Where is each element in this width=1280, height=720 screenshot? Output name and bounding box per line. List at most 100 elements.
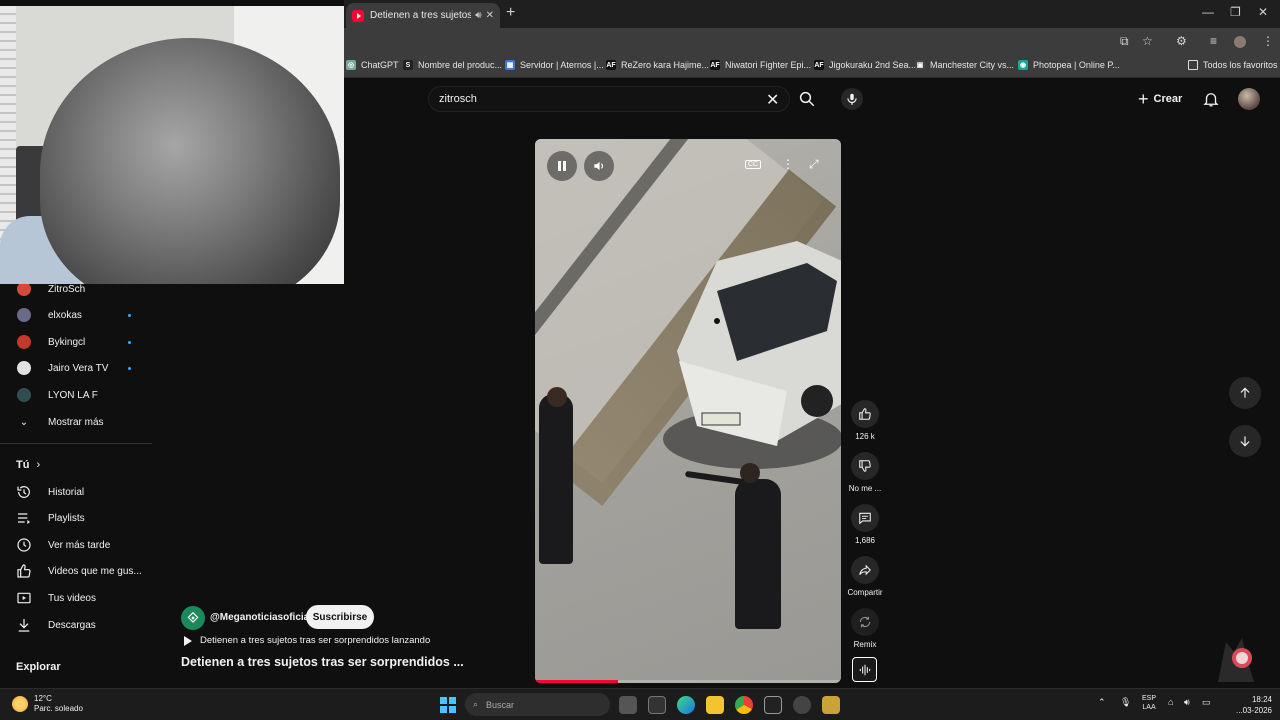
- fullscreen-icon[interactable]: ⤢: [809, 157, 819, 172]
- chrome-icon[interactable]: [735, 696, 753, 714]
- bookmark-item[interactable]: ▦ Servidor | Aternos |...: [505, 60, 604, 70]
- sidebar-item-history[interactable]: Historial: [0, 479, 152, 505]
- terminal-icon[interactable]: [648, 696, 666, 714]
- like-button[interactable]: 126 k: [846, 400, 884, 441]
- tab-close-icon[interactable]: ✕: [486, 10, 494, 21]
- bookmark-item[interactable]: AF Jigokuraku 2nd Sea...: [814, 60, 916, 70]
- channel-avatar: [16, 334, 32, 350]
- all-bookmarks[interactable]: Todos los favoritos: [1188, 60, 1278, 70]
- remix-button[interactable]: Remix: [846, 608, 884, 649]
- chrome-menu-icon[interactable]: ⋮: [1262, 34, 1274, 48]
- tray-chevron-up-icon[interactable]: ⌃: [1098, 697, 1106, 708]
- window-close-icon[interactable]: ✕: [1258, 5, 1268, 19]
- sidebar-show-more[interactable]: ⌄ Mostrar más: [0, 409, 152, 435]
- bookmark-item[interactable]: AF ReZero kara Hajime...: [606, 60, 709, 70]
- battery-icon[interactable]: ▭: [1202, 697, 1211, 708]
- sidebar-item-your-videos[interactable]: Tus videos: [0, 585, 152, 611]
- plus-icon: +: [1138, 88, 1149, 109]
- task-view-icon[interactable]: [619, 696, 637, 714]
- app-icon[interactable]: [793, 696, 811, 714]
- comment-icon: [859, 512, 871, 525]
- video-car: [677, 241, 841, 446]
- bookmark-item[interactable]: ◎ ChatGPT: [346, 60, 399, 70]
- channel-name[interactable]: @Meganoticiasoficial: [210, 612, 312, 623]
- sidebar-item-watch-later[interactable]: Ver más tarde: [0, 532, 152, 558]
- subscribe-button[interactable]: Suscribirse: [306, 605, 374, 629]
- minimize-icon[interactable]: —: [1202, 5, 1214, 19]
- search-icon[interactable]: [798, 90, 816, 108]
- sidebar-item-playlists[interactable]: Playlists: [0, 505, 152, 531]
- sidebar-item-downloads[interactable]: Descargas: [0, 612, 152, 638]
- captions-icon[interactable]: CC: [745, 160, 762, 169]
- sidebar-item-subscription[interactable]: LYON LA F: [0, 382, 152, 408]
- extensions-icon[interactable]: ⚙︎: [1176, 34, 1187, 48]
- sidebar-item-liked-videos[interactable]: Videos que me gus...: [0, 558, 152, 584]
- volume-button[interactable]: [584, 151, 614, 181]
- search-input[interactable]: zitrosch: [428, 86, 790, 112]
- pause-button[interactable]: [547, 151, 577, 181]
- previous-short-button[interactable]: [1229, 377, 1261, 409]
- bookmark-label: Manchester City vs...: [930, 60, 1015, 70]
- sidebar-item-subscription[interactable]: Bykingcl: [0, 329, 152, 355]
- sidebar-label: Tus videos: [48, 592, 96, 604]
- sidebar-item-subscription[interactable]: Jairo Vera TV: [0, 355, 152, 381]
- video-icon: [16, 590, 32, 606]
- video-progress-bar[interactable]: [535, 680, 841, 683]
- video-title[interactable]: Detienen a tres sujetos tras ser sorpren…: [181, 655, 464, 669]
- comments-button[interactable]: 1,686: [846, 504, 884, 545]
- arrow-down-icon: [1240, 436, 1250, 447]
- wifi-icon[interactable]: ⌂: [1168, 697, 1173, 707]
- tab-active[interactable]: Detienen a tres sujetos tras 🔊︎ ✕: [346, 3, 500, 28]
- bookmark-item[interactable]: ▣ Manchester City vs...: [915, 60, 1014, 70]
- channel-avatar[interactable]: [181, 606, 205, 630]
- install-app-icon[interactable]: ⧉: [1120, 34, 1129, 49]
- notifications-bell-icon[interactable]: [1202, 90, 1220, 108]
- speaker-icon[interactable]: 🔊︎: [475, 10, 481, 21]
- sound-thumbnail[interactable]: [852, 657, 877, 682]
- language-indicator[interactable]: ESP LAA: [1142, 694, 1156, 712]
- bookmark-label: ChatGPT: [361, 60, 399, 70]
- thumbs-up-icon: [859, 408, 871, 420]
- voice-search-button[interactable]: [841, 88, 863, 110]
- bookmark-item[interactable]: AF Niwatori Fighter Epi...: [710, 60, 811, 70]
- weather-widget[interactable]: 12°C Parc. soleado: [12, 694, 83, 714]
- language-code: ESP: [1142, 695, 1157, 702]
- browser-tabstrip: Detienen a tres sujetos tras 🔊︎ ✕ + — ❐ …: [344, 0, 1280, 28]
- chevron-right-icon: ›: [36, 459, 41, 471]
- sidebar-item-subscription[interactable]: elxokas: [0, 302, 152, 328]
- channel-name: Bykingcl: [48, 336, 86, 348]
- windows-start-icon[interactable]: [440, 697, 456, 713]
- bookmark-item[interactable]: ◉ Photopea | Online P...: [1018, 60, 1120, 70]
- bookmark-item[interactable]: S Nombre del produc...: [403, 60, 502, 70]
- bookmark-star-icon[interactable]: ☆: [1142, 34, 1153, 48]
- channel-name: elxokas: [48, 309, 82, 321]
- account-avatar[interactable]: [1238, 88, 1260, 110]
- shorts-video-player[interactable]: CC ⋮ ⤢: [535, 139, 841, 683]
- you-section-title[interactable]: Tú ›: [16, 459, 40, 471]
- taskbar-search-input[interactable]: ⌕ Buscar: [465, 693, 610, 716]
- sound-link[interactable]: Detienen a tres sujetos tras ser sorpren…: [184, 635, 430, 646]
- profile-avatar[interactable]: [1234, 36, 1246, 48]
- mascot-sticker-icon: [1218, 638, 1254, 682]
- clear-search-icon[interactable]: ✕: [766, 90, 779, 110]
- file-explorer-icon[interactable]: [706, 696, 724, 714]
- app-icon[interactable]: [822, 696, 840, 714]
- next-short-button[interactable]: [1229, 425, 1261, 457]
- channel-avatar: [16, 387, 32, 403]
- bookmark-label: Servidor | Aternos |...: [520, 60, 604, 70]
- bookmark-favicon-icon: ▦: [505, 60, 515, 70]
- channel-name: Jairo Vera TV: [48, 362, 109, 374]
- create-button[interactable]: + Crear: [1138, 89, 1182, 109]
- app-icon[interactable]: [764, 696, 782, 714]
- you-label: Tú: [16, 459, 30, 471]
- system-clock[interactable]: 18:24 ...03-2026: [1232, 694, 1272, 716]
- media-control-icon[interactable]: ≡: [1210, 34, 1217, 48]
- share-button[interactable]: Compartir: [846, 556, 884, 597]
- speaker-icon[interactable]: 🔊︎: [1184, 697, 1190, 708]
- tray-mic-icon[interactable]: 🎙︎: [1120, 697, 1131, 708]
- new-tab-button[interactable]: +: [506, 4, 515, 22]
- dislike-button[interactable]: No me ...: [846, 452, 884, 493]
- more-options-icon[interactable]: ⋮: [782, 157, 794, 171]
- restore-icon[interactable]: ❐: [1230, 5, 1241, 19]
- edge-icon[interactable]: [677, 696, 695, 714]
